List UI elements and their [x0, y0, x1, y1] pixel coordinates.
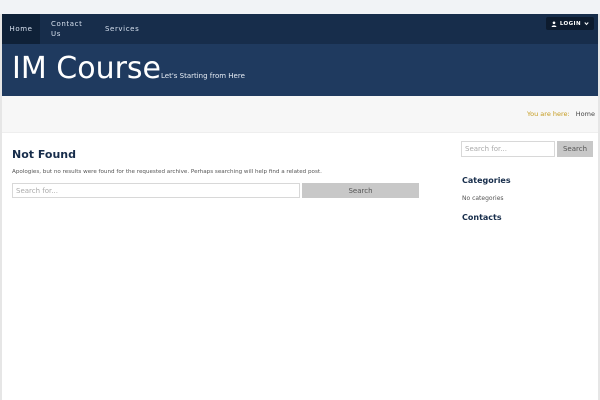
nav-item-home-label: Home [9, 25, 33, 33]
categories-empty-text: No categories [462, 195, 504, 202]
main-search-button[interactable]: Search [302, 183, 419, 198]
sidebar-search-input[interactable] [461, 141, 555, 157]
categories-heading: Categories [462, 176, 511, 185]
main-navbar: Home Contact Us Services LOGIN [2, 14, 598, 44]
user-icon [551, 20, 557, 27]
page-title: Not Found [12, 148, 77, 161]
login-label: LOGIN [559, 20, 581, 27]
nav-item-services[interactable]: Services [105, 14, 145, 44]
site-title[interactable]: IM Course [12, 50, 161, 88]
nav-item-contact-us[interactable]: Contact Us [51, 14, 91, 44]
nav-item-home[interactable]: Home [2, 14, 40, 44]
breadcrumb-home-link[interactable]: Home [576, 110, 595, 118]
nav-item-services-label: Services [105, 25, 140, 33]
breadcrumb-bar: You are here: Home [2, 96, 598, 133]
breadcrumb: You are here: Home [527, 110, 595, 118]
main-search-input[interactable] [12, 183, 300, 198]
not-found-message: Apologies, but no results were found for… [12, 169, 322, 175]
contacts-heading: Contacts [462, 213, 502, 222]
chevron-down-icon [584, 21, 589, 26]
nav-item-contact-label-line1: Contact [51, 20, 83, 28]
site-tagline: Let's Starting from Here [161, 72, 245, 80]
nav-item-contact-label-line2: Us [51, 30, 61, 38]
top-strip [0, 0, 600, 14]
sidebar-search-button[interactable]: Search [557, 141, 593, 157]
breadcrumb-prefix: You are here: [527, 110, 570, 118]
site-header: IM Course Let's Starting from Here [2, 44, 598, 96]
login-button[interactable]: LOGIN [545, 17, 594, 30]
